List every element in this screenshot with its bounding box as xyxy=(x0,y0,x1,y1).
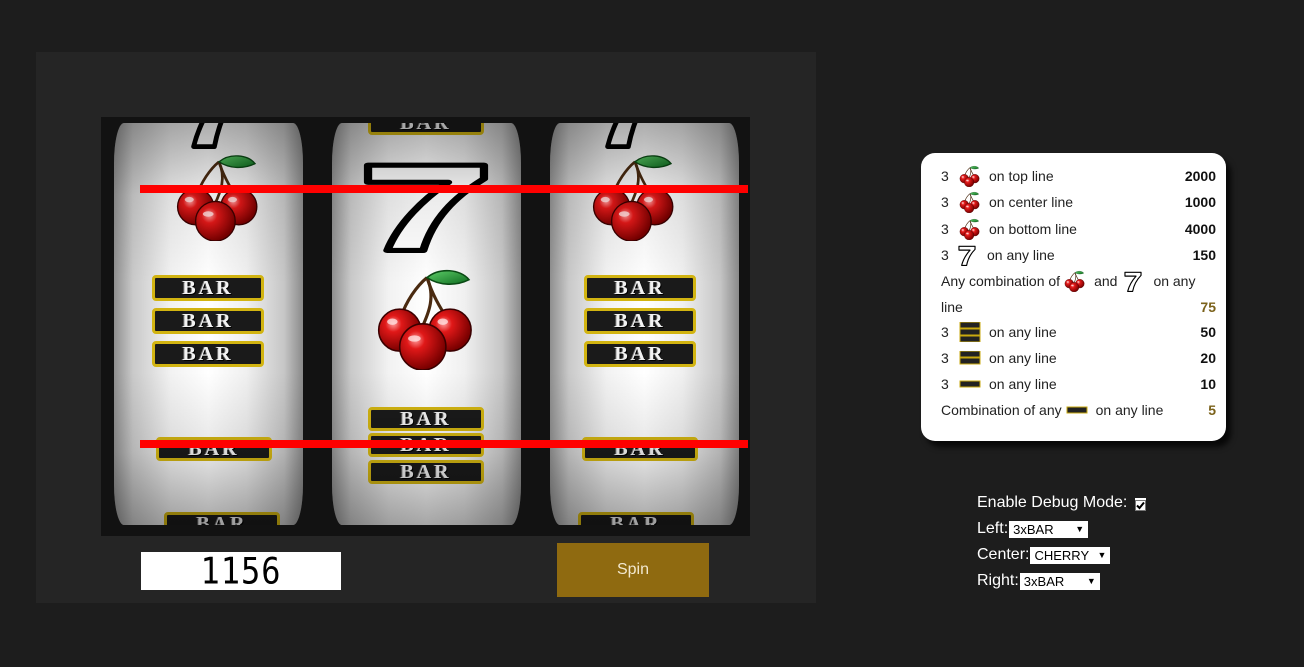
2xbar-icon xyxy=(959,351,981,365)
center-reel-select[interactable]: CHERRY ▼ xyxy=(1030,546,1111,564)
cherry-icon xyxy=(959,218,980,240)
paytable-value: 50 xyxy=(1200,324,1216,340)
debug-left-row: Left: 3xBAR ▼ xyxy=(977,520,1089,538)
paytable-text: on any line xyxy=(987,247,1055,263)
debug-right-label: Right: xyxy=(977,572,1019,589)
spin-button[interactable]: Spin xyxy=(557,543,709,597)
paytable-value: 2000 xyxy=(1184,168,1216,184)
paytable-row: line 75 xyxy=(941,295,1216,319)
paytable-count: 3 xyxy=(941,350,949,366)
paytable-text: and xyxy=(1094,273,1118,289)
bar-symbol: BAR xyxy=(584,308,696,334)
slot-machine: BAR BAR BAR BAR BAR BAR BAR BAR BAR BAR … xyxy=(36,52,816,603)
bar-symbol: BAR xyxy=(368,407,484,431)
right-reel-select[interactable]: 3xBAR ▼ xyxy=(1019,572,1100,590)
paytable-value: 4000 xyxy=(1184,221,1216,237)
paytable-count: 3 xyxy=(941,168,949,184)
3xbar-icon xyxy=(959,322,981,342)
bar-symbol: BAR xyxy=(584,341,696,367)
paytable-text: on any line xyxy=(989,350,1057,366)
paytable-count: 3 xyxy=(941,247,949,263)
paytable-count: 3 xyxy=(941,324,949,340)
chevron-down-icon: ▼ xyxy=(1075,524,1085,534)
paytable-text: on any line xyxy=(989,376,1057,392)
bar-symbol: BAR xyxy=(578,512,694,525)
paytable-count: 3 xyxy=(941,376,949,392)
right-reel-select-value: 3xBAR xyxy=(1023,573,1065,589)
paytable-value: 5 xyxy=(1208,402,1216,418)
1xbar-icon xyxy=(1066,406,1088,414)
paytable-text: on any line xyxy=(1095,402,1164,418)
debug-enable-row: Enable Debug Mode: xyxy=(977,494,1147,512)
bar-symbol: BAR xyxy=(584,275,696,301)
cherry-icon xyxy=(1064,270,1085,292)
bar-symbol: BAR xyxy=(152,341,264,367)
paytable-value: 20 xyxy=(1200,350,1216,366)
paytable-value: 10 xyxy=(1200,376,1216,392)
seven-symbol xyxy=(176,123,256,149)
1xbar-icon xyxy=(959,380,981,388)
bar-symbol: BAR xyxy=(368,123,484,135)
bar-symbol: BAR xyxy=(368,460,484,484)
paytable-value: 75 xyxy=(1200,299,1216,315)
debug-right-row: Right: 3xBAR ▼ xyxy=(977,572,1100,590)
cherry-symbol xyxy=(377,269,473,370)
paytable-row: 3 on any line 20 xyxy=(941,346,1216,370)
paytable-text: Any combination of xyxy=(941,273,1061,289)
cherry-symbol xyxy=(592,154,675,241)
cherry-icon xyxy=(959,165,980,187)
paytable-row: 3 on center line 1000 xyxy=(941,190,1216,214)
payline-top xyxy=(140,185,748,193)
paytable-text: on any line xyxy=(989,324,1057,340)
paytable-row: 3 on any line 150 xyxy=(941,243,1216,267)
seven-symbol xyxy=(357,155,495,253)
seven-symbol xyxy=(590,123,670,149)
credits-value: 1156 xyxy=(200,549,282,593)
paytable-text: on any xyxy=(1153,273,1196,289)
cherry-symbol xyxy=(176,154,259,241)
paytable-row: Combination of any on any line 5 xyxy=(941,398,1216,422)
paytable-text: on bottom line xyxy=(989,221,1077,237)
debug-enable-label: Enable Debug Mode: xyxy=(977,494,1128,511)
paytable-count: 3 xyxy=(941,221,949,237)
paytable-value: 1000 xyxy=(1184,194,1216,210)
reel-window: BAR BAR BAR BAR BAR BAR BAR BAR BAR BAR … xyxy=(101,117,750,536)
reel-right: BAR BAR BAR BAR BAR xyxy=(550,123,739,525)
cherry-icon xyxy=(959,191,980,213)
seven-icon xyxy=(958,245,976,266)
paytable-row: Any combination of and on any xyxy=(941,269,1216,293)
bar-symbol: BAR xyxy=(164,512,280,525)
paytable: 3 on top line 2000 3 on center line 1000… xyxy=(921,153,1226,441)
left-reel-select-value: 3xBAR xyxy=(1013,521,1054,537)
paytable-row: 3 on top line 2000 xyxy=(941,164,1216,188)
paytable-text: Combination of any xyxy=(941,402,1062,418)
chevron-down-icon: ▼ xyxy=(1086,576,1096,586)
bar-symbol: BAR xyxy=(152,308,264,334)
credits-display: 1156 xyxy=(141,549,341,593)
debug-checkbox[interactable] xyxy=(1135,497,1147,511)
reel-left: BAR BAR BAR BAR BAR xyxy=(114,123,303,525)
center-reel-select-value: CHERRY xyxy=(1034,547,1090,563)
left-reel-select[interactable]: 3xBAR ▼ xyxy=(1009,520,1089,538)
paytable-count: 3 xyxy=(941,194,949,210)
paytable-row: 3 on bottom line 4000 xyxy=(941,217,1216,241)
paytable-text: line xyxy=(941,299,963,315)
paytable-text: on center line xyxy=(989,194,1074,210)
chevron-down-icon: ▼ xyxy=(1097,550,1107,560)
debug-center-row: Center: CHERRY ▼ xyxy=(977,546,1111,564)
bar-symbol: BAR xyxy=(152,275,264,301)
reel-center: BAR BAR BAR BAR xyxy=(332,123,521,525)
debug-center-label: Center: xyxy=(977,546,1030,563)
paytable-row: 3 on any line 10 xyxy=(941,372,1216,396)
paytable-row: 3 on any line 50 xyxy=(941,320,1216,344)
seven-icon xyxy=(1124,271,1143,292)
checkmark-icon xyxy=(1135,499,1147,511)
paytable-text: on top line xyxy=(989,168,1054,184)
paytable-value: 150 xyxy=(1192,247,1216,263)
debug-left-label: Left: xyxy=(977,520,1009,537)
payline-bottom xyxy=(140,440,748,448)
